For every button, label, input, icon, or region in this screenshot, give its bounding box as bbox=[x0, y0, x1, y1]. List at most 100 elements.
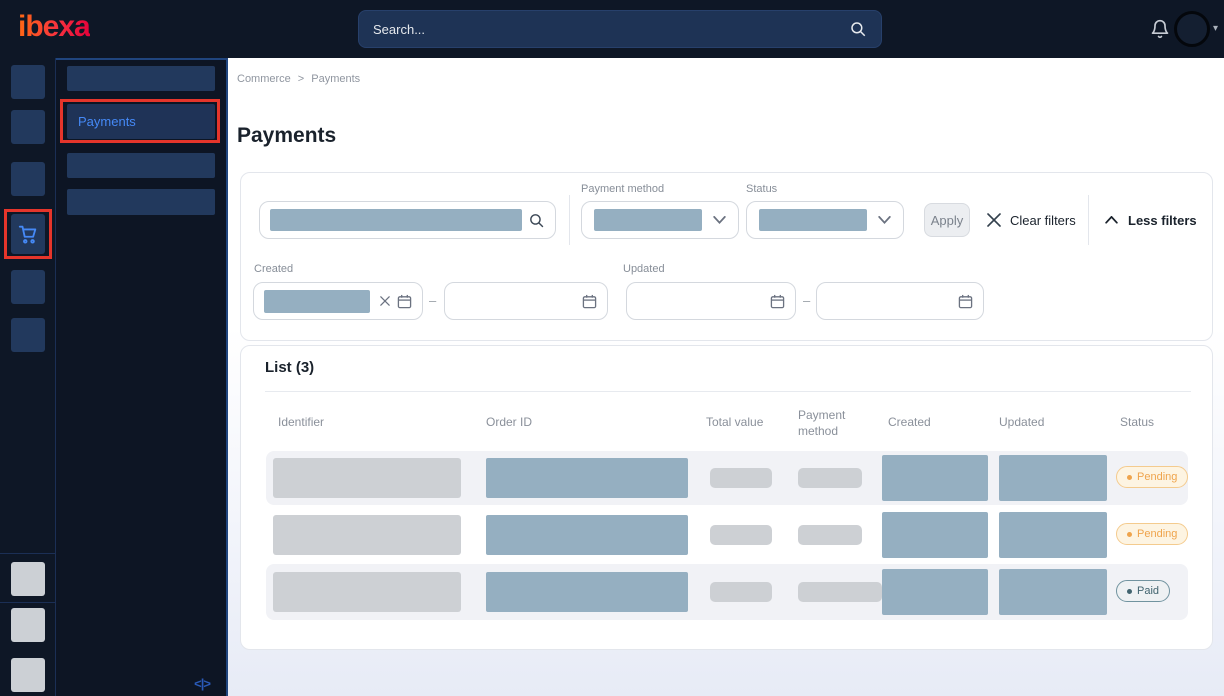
redacted-identifier bbox=[273, 458, 461, 498]
global-search[interactable] bbox=[358, 10, 882, 48]
payments-list-panel: List (3) Identifier Order ID Total value… bbox=[240, 345, 1213, 650]
sidebar-item-1[interactable] bbox=[67, 66, 215, 91]
search-icon[interactable] bbox=[849, 20, 867, 38]
status-badge-label: Pending bbox=[1137, 528, 1177, 540]
status-dot-icon bbox=[1127, 475, 1132, 480]
rail-item-2[interactable] bbox=[11, 110, 45, 144]
redacted-created bbox=[882, 455, 988, 501]
clear-date-x-icon[interactable] bbox=[380, 296, 390, 306]
redacted-order-id bbox=[486, 515, 688, 555]
redacted-total-value bbox=[710, 468, 772, 488]
col-header-identifier: Identifier bbox=[278, 415, 324, 429]
status-label: Status bbox=[746, 183, 777, 195]
range-dash: – bbox=[803, 293, 810, 308]
apply-button[interactable]: Apply bbox=[924, 203, 970, 237]
list-divider bbox=[265, 391, 1191, 392]
redacted-updated bbox=[999, 455, 1107, 501]
redacted-updated bbox=[999, 512, 1107, 558]
rail-item-5[interactable] bbox=[11, 270, 45, 304]
updated-to-input[interactable] bbox=[816, 282, 984, 320]
created-from-input[interactable] bbox=[253, 282, 423, 320]
payment-method-label: Payment method bbox=[581, 183, 664, 195]
calendar-icon[interactable] bbox=[397, 294, 412, 309]
breadcrumb-payments[interactable]: Payments bbox=[311, 73, 360, 85]
app-window: ibexa ▾ Pa bbox=[0, 0, 1224, 696]
status-badge: Pending bbox=[1116, 466, 1188, 488]
filters-panel: Payment method Status Apply Clear fil bbox=[240, 172, 1213, 341]
rail-bottom-item-3[interactable] bbox=[11, 658, 45, 692]
redacted-created-from-value bbox=[264, 290, 370, 313]
updated-from-input[interactable] bbox=[626, 282, 796, 320]
created-to-input[interactable] bbox=[444, 282, 608, 320]
table-row[interactable]: Pending bbox=[266, 508, 1188, 562]
filter-divider bbox=[569, 195, 570, 245]
status-badge-label: Paid bbox=[1137, 585, 1159, 597]
redacted-order-id bbox=[486, 572, 688, 612]
table-row[interactable]: Pending bbox=[266, 451, 1188, 505]
breadcrumb: Commerce > Payments bbox=[237, 73, 360, 85]
status-badge: Paid bbox=[1116, 580, 1170, 602]
sidebar-item-3[interactable] bbox=[67, 153, 215, 178]
secondary-sidebar: Payments <|> bbox=[56, 58, 228, 696]
calendar-icon[interactable] bbox=[582, 294, 597, 309]
filter-search-input[interactable] bbox=[259, 201, 556, 239]
redacted-created bbox=[882, 512, 988, 558]
icon-rail bbox=[0, 58, 56, 696]
redacted-updated bbox=[999, 569, 1107, 615]
rail-item-3[interactable] bbox=[11, 162, 45, 196]
clear-x-icon bbox=[987, 213, 1001, 227]
list-title: List (3) bbox=[265, 359, 314, 376]
redacted-total-value bbox=[710, 582, 772, 602]
top-bar: ibexa ▾ bbox=[0, 0, 1224, 58]
payment-method-select[interactable] bbox=[581, 201, 739, 239]
calendar-icon[interactable] bbox=[770, 294, 785, 309]
less-filters-button[interactable]: Less filters bbox=[1105, 203, 1197, 237]
col-header-total-value: Total value bbox=[706, 415, 763, 429]
table-row[interactable]: Paid bbox=[266, 564, 1188, 620]
col-header-payment-method: Payment method bbox=[798, 407, 852, 439]
main-content: Commerce > Payments Payments Payment met… bbox=[228, 58, 1224, 696]
redacted-payment-method bbox=[798, 582, 882, 602]
sidebar-collapse-icon[interactable]: <|> bbox=[194, 676, 210, 691]
user-avatar[interactable] bbox=[1174, 11, 1210, 47]
created-label: Created bbox=[254, 263, 293, 275]
rail-item-1[interactable] bbox=[11, 65, 45, 99]
sidebar-item-4[interactable] bbox=[67, 189, 215, 215]
redacted-created bbox=[882, 569, 988, 615]
annotation-box-cart bbox=[4, 209, 52, 259]
redacted-payment-method bbox=[798, 525, 862, 545]
annotation-box-payments bbox=[60, 99, 220, 143]
clear-filters-button[interactable]: Clear filters bbox=[987, 203, 1076, 237]
notifications-bell-icon[interactable] bbox=[1150, 19, 1170, 39]
chevron-up-icon bbox=[1105, 216, 1118, 224]
redacted-payment-method bbox=[798, 468, 862, 488]
less-filters-label: Less filters bbox=[1128, 213, 1197, 228]
status-dot-icon bbox=[1127, 532, 1132, 537]
calendar-icon[interactable] bbox=[958, 294, 973, 309]
redacted-payment-method-value bbox=[594, 209, 702, 231]
rail-divider bbox=[0, 553, 56, 554]
rail-bottom-item-1[interactable] bbox=[11, 562, 45, 596]
status-badge: Pending bbox=[1116, 523, 1188, 545]
breadcrumb-separator: > bbox=[298, 73, 304, 85]
global-search-input[interactable] bbox=[373, 22, 849, 37]
status-dot-icon bbox=[1127, 589, 1132, 594]
redacted-total-value bbox=[710, 525, 772, 545]
clear-filters-label: Clear filters bbox=[1010, 213, 1076, 228]
user-menu-caret-icon[interactable]: ▾ bbox=[1213, 23, 1218, 34]
redacted-identifier bbox=[273, 515, 461, 555]
search-icon[interactable] bbox=[528, 212, 545, 229]
rail-item-6[interactable] bbox=[11, 318, 45, 352]
page-title: Payments bbox=[237, 124, 336, 148]
redacted-search-value bbox=[270, 209, 522, 231]
ibexa-logo[interactable]: ibexa bbox=[18, 10, 90, 44]
breadcrumb-commerce[interactable]: Commerce bbox=[237, 73, 291, 85]
redacted-identifier bbox=[273, 572, 461, 612]
status-badge-label: Pending bbox=[1137, 471, 1177, 483]
status-select[interactable] bbox=[746, 201, 904, 239]
filter-divider bbox=[1088, 195, 1089, 245]
range-dash: – bbox=[429, 293, 436, 308]
updated-label: Updated bbox=[623, 263, 665, 275]
rail-bottom-item-2[interactable] bbox=[11, 608, 45, 642]
rail-divider bbox=[0, 602, 56, 603]
